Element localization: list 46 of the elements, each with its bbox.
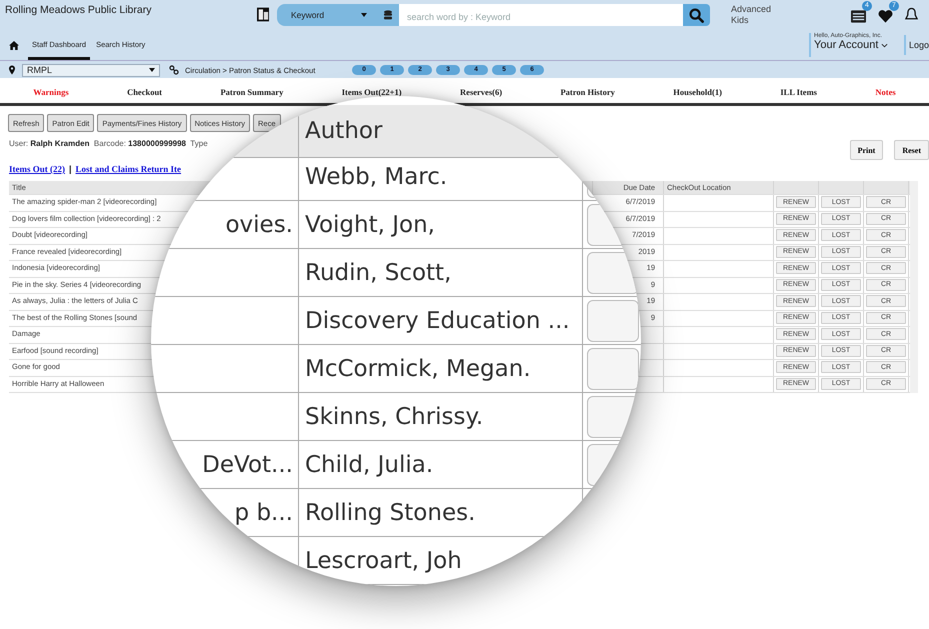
header-link[interactable]: Kids	[731, 15, 851, 26]
patron-info: User: Ralph Kramden Barcode: 1380000999998 Type	[9, 139, 208, 148]
patron-tab[interactable]: Checkout	[127, 87, 162, 97]
logout-link[interactable]: Logo	[904, 35, 929, 55]
link-icon	[169, 65, 179, 75]
database-icon[interactable]	[377, 4, 399, 26]
patron-tab[interactable]: Household(1)	[673, 87, 722, 97]
toolbar-button[interactable]: Reset	[894, 140, 929, 160]
patron-tab[interactable]: ILL Items	[780, 87, 817, 97]
header-link[interactable]: Advanced	[731, 4, 851, 15]
table-cell: Skinns, Chrissy.	[305, 404, 484, 430]
list-link[interactable]: Lost and Claims Return Ite	[76, 164, 182, 174]
table-cell: Child, Julia.	[305, 452, 434, 478]
table-cell: p b...	[234, 500, 293, 526]
library-name: Rolling Meadows Public Library	[5, 4, 152, 16]
search-icon	[689, 8, 704, 22]
checkbox[interactable]	[587, 252, 639, 294]
checkbox[interactable]	[587, 348, 639, 390]
column-header: Author	[305, 118, 382, 144]
location-dropdown[interactable]: RMPL	[22, 64, 160, 76]
checkbox[interactable]	[587, 300, 639, 342]
patron-tab[interactable]: Notes	[875, 87, 896, 97]
toolbar-button[interactable]: Print	[850, 140, 884, 160]
dropdown-caret-icon	[149, 68, 155, 72]
book-icon[interactable]	[257, 7, 269, 22]
list-link[interactable]: Items Out (22)	[9, 164, 65, 174]
dropdown-caret-icon	[361, 13, 367, 17]
list-icon[interactable]	[851, 9, 866, 23]
patron-tab[interactable]: Patron History	[560, 87, 615, 97]
link-separator: |	[69, 164, 72, 174]
table-cell: Lescroart, Joh	[305, 548, 462, 574]
patron-tab[interactable]: Patron Summary	[220, 87, 284, 97]
table-cell: Rolling Stones.	[305, 500, 476, 526]
heart-icon[interactable]	[878, 9, 893, 23]
scrollbar[interactable]	[910, 181, 918, 393]
search-button[interactable]	[683, 4, 710, 26]
account-menu[interactable]: Your Account	[814, 39, 904, 51]
search-field[interactable]: search word by : Keyword	[399, 4, 683, 26]
search-type-dropdown[interactable]: Keyword	[277, 4, 377, 26]
table-cell: DeVot...	[202, 452, 293, 478]
home-icon[interactable]	[9, 40, 19, 50]
patron-tab[interactable]: Warnings	[33, 87, 69, 97]
patron-tab[interactable]: Reserves(6)	[460, 87, 502, 97]
location-pin-icon	[9, 65, 15, 75]
patron-tab[interactable]: Items Out(22+1)	[342, 87, 402, 97]
chevron-down-icon	[881, 43, 888, 48]
